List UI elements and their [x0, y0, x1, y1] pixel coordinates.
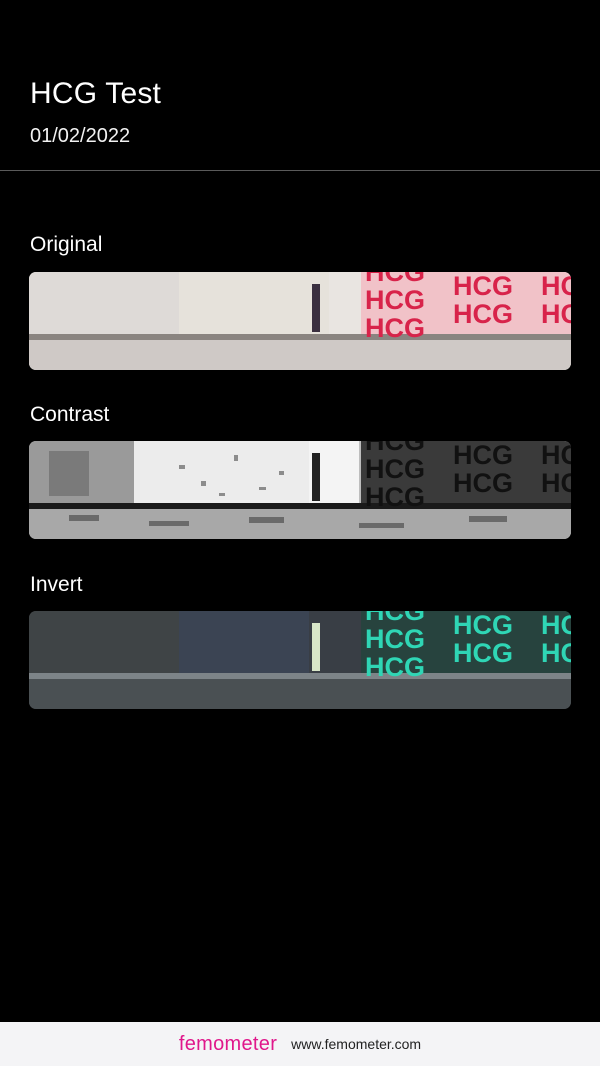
website-link[interactable]: www.femometer.com	[291, 1036, 421, 1052]
test-date: 01/02/2022	[30, 125, 131, 147]
section-label-invert: Invert	[30, 573, 83, 596]
brand-logo: femometer	[178, 1032, 278, 1055]
strip-hcg-text: HCG	[541, 299, 571, 329]
strip-hcg-text: HCG	[365, 313, 425, 343]
strip-hcg-text: HCG	[365, 624, 425, 654]
section-label-original: Original	[30, 233, 103, 256]
footer-bar: femometer www.femometer.com	[0, 1022, 600, 1066]
strip-hcg-text: HCG	[453, 638, 513, 668]
strip-hcg-text: HCG	[541, 441, 571, 470]
strip-hcg-text: HCG	[453, 299, 513, 329]
strip-hcg-text: HCG	[365, 454, 425, 484]
strip-image-original[interactable]: HCG HCG HCG HCG HCG HCG HCG	[29, 272, 571, 370]
strip-image-contrast[interactable]: HCG HCG HCG HCG HCG HCG HCG	[29, 441, 571, 539]
strip-hcg-text: HCG	[453, 611, 513, 640]
strip-hcg-text: HCG	[541, 611, 571, 640]
strip-hcg-text: HCG	[541, 468, 571, 498]
strip-image-invert[interactable]: HCG HCG HCG HCG HCG HCG HCG	[29, 611, 571, 709]
strip-hcg-text: HCG	[365, 652, 425, 682]
section-label-contrast: Contrast	[30, 403, 110, 426]
strip-hcg-text: HCG	[541, 638, 571, 668]
strip-hcg-text: HCG	[453, 441, 513, 470]
strip-hcg-text: HCG	[453, 272, 513, 301]
strip-hcg-text: HCG	[365, 482, 425, 512]
page-header: HCG Test 01/02/2022	[0, 0, 600, 171]
page-title: HCG Test	[30, 77, 162, 110]
strip-hcg-text: HCG	[541, 272, 571, 301]
strip-hcg-text: HCG	[453, 468, 513, 498]
strip-hcg-text: HCG	[365, 285, 425, 315]
